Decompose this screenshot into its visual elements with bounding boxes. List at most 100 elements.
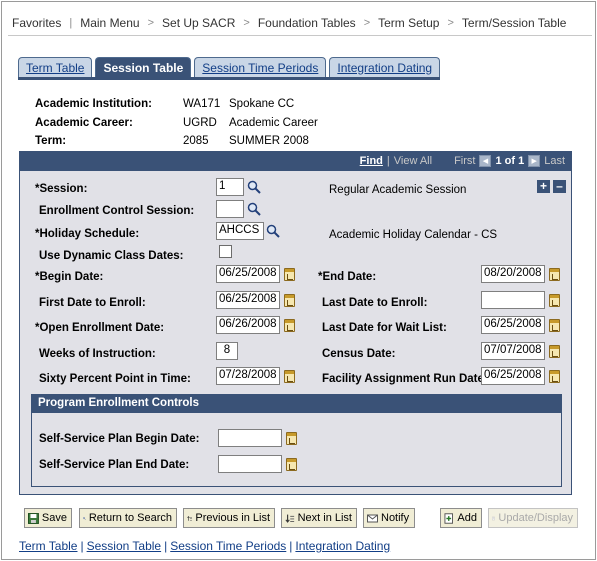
- career-code: UGRD: [183, 117, 217, 129]
- calendar-icon[interactable]: [284, 319, 295, 332]
- next-row-icon[interactable]: ▶: [528, 155, 541, 167]
- last-enroll-input[interactable]: [481, 291, 545, 309]
- calendar-icon[interactable]: [549, 345, 560, 358]
- add-row-icon[interactable]: +: [537, 180, 550, 193]
- begin-date-input[interactable]: 06/25/2008: [216, 265, 280, 283]
- holiday-schedule-description: Academic Holiday Calendar - CS: [329, 229, 498, 241]
- session-input[interactable]: 1: [216, 178, 244, 196]
- plan-begin-input[interactable]: [218, 429, 282, 447]
- tab-session-table[interactable]: Session Table: [95, 57, 192, 77]
- link-integration-dating[interactable]: Integration Dating: [295, 539, 390, 553]
- notify-button[interactable]: Notify: [363, 508, 415, 528]
- plan-end-label: Self-Service Plan End Date:: [39, 459, 190, 471]
- end-date-label: *End Date:: [318, 271, 377, 283]
- return-to-search-button[interactable]: Return to Search: [79, 508, 177, 528]
- chevron-right-icon: >: [147, 16, 155, 29]
- calendar-icon[interactable]: [549, 319, 560, 332]
- calendar-icon[interactable]: [284, 294, 295, 307]
- first-label: First: [454, 155, 476, 167]
- calendar-icon[interactable]: [284, 370, 295, 383]
- link-term-table[interactable]: Term Table: [19, 539, 77, 553]
- first-enroll-input[interactable]: 06/25/2008: [216, 291, 280, 309]
- breadcrumb-favorites[interactable]: Favorites: [12, 16, 61, 30]
- notify-label: Notify: [381, 512, 410, 524]
- institution-code: WA171: [183, 98, 221, 110]
- first-enroll-label: First Date to Enroll:: [39, 297, 146, 309]
- find-link[interactable]: Find: [360, 155, 383, 167]
- breadcrumb-foundation-tables[interactable]: Foundation Tables: [258, 16, 356, 30]
- holiday-schedule-label: *Holiday Schedule:: [35, 228, 140, 240]
- facility-run-date-input[interactable]: 06/25/2008: [481, 367, 545, 385]
- tab-integration-dating[interactable]: Integration Dating: [329, 57, 441, 77]
- previous-in-list-label: Previous in List: [195, 512, 270, 524]
- delete-row-icon[interactable]: –: [553, 180, 566, 193]
- breadcrumb-set-up-sacr[interactable]: Set Up SACR: [162, 16, 235, 30]
- add-button[interactable]: Add: [440, 508, 482, 528]
- breadcrumb-term-setup[interactable]: Term Setup: [378, 16, 439, 30]
- wait-list-input[interactable]: 06/25/2008: [481, 316, 545, 334]
- link-session-table[interactable]: Session Table: [87, 539, 162, 553]
- scroll-navigation: Find | View All First ◀ 1 of 1 ▶ Last: [360, 155, 565, 167]
- previous-in-list-button[interactable]: Previous in List: [183, 508, 275, 528]
- census-date-input[interactable]: 07/07/2008: [481, 342, 545, 360]
- holiday-schedule-input[interactable]: AHCCS: [216, 222, 264, 240]
- update-display-label: Update/Display: [498, 512, 573, 524]
- enrollment-control-input[interactable]: [216, 200, 244, 218]
- search-icon: [83, 516, 86, 520]
- calendar-icon[interactable]: [286, 432, 297, 445]
- calendar-icon[interactable]: [549, 294, 560, 307]
- lookup-search-icon[interactable]: [266, 224, 280, 238]
- breadcrumb: Favorites | Main Menu > Set Up SACR > Fo…: [8, 10, 592, 36]
- view-all-link[interactable]: View All: [394, 155, 432, 167]
- save-label: Save: [41, 512, 67, 524]
- term-label: Term:: [35, 135, 67, 147]
- last-enroll-label: Last Date to Enroll:: [322, 297, 428, 309]
- chevron-right-icon: >: [243, 16, 250, 29]
- begin-date-label: *Begin Date:: [35, 271, 104, 283]
- calendar-icon[interactable]: [549, 370, 560, 383]
- breadcrumb-main-menu[interactable]: Main Menu: [80, 16, 139, 30]
- arrow-down-list-icon: [285, 514, 295, 523]
- arrow-up-list-icon: [187, 515, 193, 521]
- add-label: Add: [457, 512, 477, 524]
- career-label: Academic Career:: [35, 117, 133, 129]
- row-counter: 1 of 1: [495, 155, 525, 167]
- breadcrumb-separator: |: [69, 16, 73, 29]
- lookup-search-icon[interactable]: [247, 202, 261, 216]
- calendar-icon[interactable]: [286, 458, 297, 471]
- save-button[interactable]: Save: [24, 508, 72, 528]
- term-code: 2085: [183, 135, 209, 147]
- row-actions: + –: [537, 180, 566, 193]
- tab-session-time-periods[interactable]: Session Time Periods: [194, 57, 327, 77]
- facility-run-date-label: Facility Assignment Run Date:: [322, 373, 488, 385]
- term-name: SUMMER 2008: [229, 135, 309, 147]
- plan-begin-label: Self-Service Plan Begin Date:: [39, 433, 200, 445]
- dynamic-dates-checkbox[interactable]: [219, 245, 232, 258]
- weeks-input[interactable]: 8: [216, 342, 238, 360]
- wait-list-label: Last Date for Wait List:: [322, 322, 447, 334]
- update-display-button[interactable]: Update/Display: [488, 508, 578, 528]
- tab-bar: Term Table Session Table Session Time Pe…: [18, 57, 443, 77]
- end-date-input[interactable]: 08/20/2008: [481, 265, 545, 283]
- lookup-search-icon[interactable]: [247, 180, 261, 194]
- plan-end-input[interactable]: [218, 455, 282, 473]
- session-description: Regular Academic Session: [329, 184, 467, 196]
- nav-separator: |: [386, 155, 390, 167]
- census-date-label: Census Date:: [322, 348, 396, 360]
- next-in-list-button[interactable]: Next in List: [281, 508, 357, 528]
- last-label: Last: [544, 155, 565, 167]
- calendar-icon[interactable]: [549, 268, 560, 281]
- chevron-right-icon: >: [447, 16, 454, 29]
- tab-term-table[interactable]: Term Table: [18, 57, 93, 77]
- weeks-label: Weeks of Instruction:: [39, 348, 156, 360]
- open-enrollment-input[interactable]: 06/26/2008: [216, 316, 280, 334]
- sixty-percent-input[interactable]: 07/28/2008: [216, 367, 280, 385]
- calendar-icon[interactable]: [284, 268, 295, 281]
- career-name: Academic Career: [229, 117, 318, 129]
- page-frame: Favorites | Main Menu > Set Up SACR > Fo…: [1, 1, 596, 560]
- institution-label: Academic Institution:: [35, 98, 152, 110]
- envelope-icon: [367, 514, 378, 522]
- update-display-icon: [492, 516, 495, 520]
- previous-row-icon[interactable]: ◀: [479, 155, 492, 167]
- link-session-time-periods[interactable]: Session Time Periods: [170, 539, 286, 553]
